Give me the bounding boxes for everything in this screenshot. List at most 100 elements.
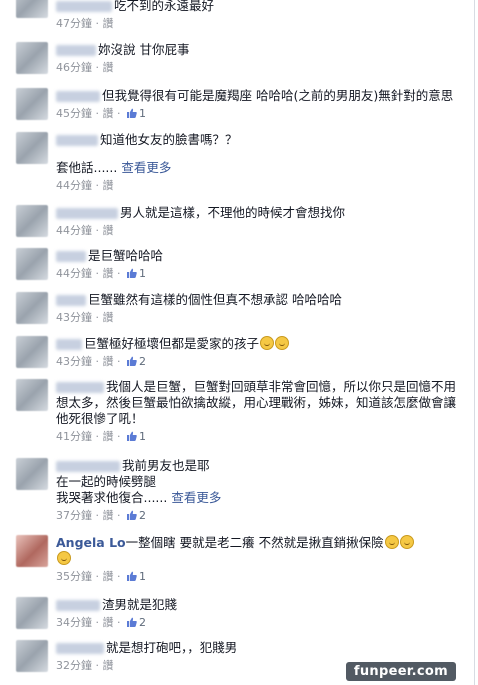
- comment-meta: 37分鐘 · 讚 · 2: [56, 509, 146, 522]
- avatar[interactable]: [16, 336, 48, 368]
- avatar[interactable]: [16, 248, 48, 280]
- commenter-name[interactable]: [56, 600, 100, 611]
- comment-text-line: 在一起的時候劈腿: [56, 474, 157, 489]
- commenter-name[interactable]: [56, 208, 118, 219]
- comment-time[interactable]: 47分鐘: [56, 17, 92, 30]
- like-button[interactable]: 讚: [103, 509, 114, 522]
- commenter-name[interactable]: Angela Lo: [56, 535, 126, 550]
- avatar[interactable]: [16, 535, 48, 567]
- commenter-name[interactable]: [56, 643, 104, 654]
- comment: 吃不到的永遠最好 47分鐘 · 讚: [16, 0, 474, 30]
- smile-emoji-icon: [57, 551, 71, 565]
- like-count[interactable]: 1: [124, 570, 146, 583]
- like-button[interactable]: 讚: [103, 616, 114, 629]
- comment-text: 是巨蟹哈哈哈: [88, 248, 164, 263]
- like-count[interactable]: 2: [124, 355, 146, 368]
- comment-time[interactable]: 34分鐘: [56, 616, 92, 629]
- like-button[interactable]: 讚: [103, 659, 114, 672]
- like-count[interactable]: 1: [124, 430, 146, 443]
- avatar[interactable]: [16, 42, 48, 74]
- like-count[interactable]: 1: [124, 107, 146, 120]
- comment-meta: 35分鐘 · 讚 · 1: [56, 570, 146, 583]
- comment-meta: 47分鐘 · 讚: [56, 17, 114, 30]
- comment: 巨蟹雖然有這樣的個性但真不想承認 哈哈哈哈 43分鐘 · 讚: [16, 292, 474, 328]
- commenter-name[interactable]: [56, 251, 86, 262]
- comment-text: 巨蟹極好極壞但都是愛家的孩子: [84, 336, 260, 351]
- comment-text: 一整個瞎 要就是老二癢 不然就是揪直銷揪保險: [125, 535, 384, 550]
- thumbs-up-icon: [127, 356, 137, 366]
- smile-emoji-icon: [275, 336, 290, 350]
- like-count[interactable]: 2: [124, 616, 146, 629]
- comment-text: 但我覺得很有可能是魔羯座 哈哈哈(之前的男朋友)無針對的意思: [102, 88, 454, 103]
- smile-emoji-icon: [399, 535, 414, 549]
- comment-time[interactable]: 43分鐘: [56, 311, 92, 324]
- avatar[interactable]: [16, 292, 48, 324]
- like-button[interactable]: 讚: [103, 107, 114, 120]
- comment-text: 我前男友也是耶: [122, 458, 210, 473]
- comment-time[interactable]: 46分鐘: [56, 61, 92, 74]
- comment: 渣男就是犯賤 34分鐘 · 讚 · 2: [16, 597, 474, 633]
- avatar[interactable]: [16, 597, 48, 629]
- like-button[interactable]: 讚: [103, 17, 114, 30]
- comment-time[interactable]: 37分鐘: [56, 509, 92, 522]
- comment-text: 知道他女友的臉書嗎？？: [100, 132, 238, 147]
- comment-meta: 44分鐘 · 讚: [56, 224, 114, 237]
- like-button[interactable]: 讚: [103, 430, 114, 443]
- comment: 我前男友也是耶 在一起的時候劈腿 我哭著求他復合...... 查看更多 37分鐘…: [16, 458, 474, 528]
- comment: 但我覺得很有可能是魔羯座 哈哈哈(之前的男朋友)無針對的意思 45分鐘 · 讚 …: [16, 88, 474, 124]
- avatar[interactable]: [16, 458, 48, 490]
- comment-time[interactable]: 43分鐘: [56, 355, 92, 368]
- commenter-name[interactable]: [56, 382, 104, 393]
- comment-text: 男人就是這樣，不理他的時候才會想找你: [120, 205, 346, 220]
- comment-text-line: 想太多，然後巨蟹最怕欲擒故縱，用心理戰術，姊妹，知道該怎麼做會讓: [56, 395, 457, 410]
- thumbs-up-icon: [127, 268, 137, 278]
- comment-text: 渣男就是犯賤: [102, 597, 178, 612]
- like-button[interactable]: 讚: [103, 61, 114, 74]
- comment-time[interactable]: 45分鐘: [56, 107, 92, 120]
- comment-time[interactable]: 44分鐘: [56, 267, 92, 280]
- avatar[interactable]: [16, 379, 48, 411]
- commenter-name[interactable]: [56, 339, 82, 350]
- like-button[interactable]: 讚: [103, 224, 114, 237]
- comment: 是巨蟹哈哈哈 44分鐘 · 讚 · 1: [16, 248, 474, 284]
- comment-meta: 44分鐘 · 讚 · 1: [56, 267, 146, 280]
- smile-emoji-icon: [384, 535, 399, 549]
- commenter-name[interactable]: [56, 135, 98, 146]
- like-button[interactable]: 讚: [103, 570, 114, 583]
- commenter-name[interactable]: [56, 91, 100, 102]
- comment-time[interactable]: 32分鐘: [56, 659, 92, 672]
- like-count[interactable]: 2: [124, 509, 146, 522]
- comment: 巨蟹極好極壞但都是愛家的孩子 43分鐘 · 讚 · 2: [16, 336, 474, 372]
- avatar[interactable]: [16, 132, 48, 164]
- thumbs-up-icon: [127, 510, 137, 520]
- like-count[interactable]: 1: [124, 267, 146, 280]
- avatar[interactable]: [16, 640, 48, 672]
- thumbs-up-icon: [127, 571, 137, 581]
- comment-text-line: 我哭著求他復合: [56, 490, 144, 505]
- watermark-badge: funpeer.com: [345, 662, 456, 681]
- like-button[interactable]: 讚: [103, 311, 114, 324]
- avatar[interactable]: [16, 88, 48, 120]
- comment-time[interactable]: 44分鐘: [56, 224, 92, 237]
- like-button[interactable]: 讚: [103, 179, 114, 192]
- commenter-name[interactable]: [56, 295, 86, 306]
- comment-text: 就是想打砲吧，，犯賤男: [106, 640, 238, 655]
- comment-meta: 45分鐘 · 讚 · 1: [56, 107, 146, 120]
- avatar[interactable]: [16, 205, 48, 237]
- like-button[interactable]: 讚: [103, 267, 114, 280]
- commenter-name[interactable]: [56, 45, 96, 56]
- comment-time[interactable]: 41分鐘: [56, 430, 92, 443]
- see-more-link[interactable]: 查看更多: [121, 160, 171, 175]
- comment-text-line: 他死很慘了吼！: [56, 411, 144, 426]
- comment-meta: 34分鐘 · 讚 · 2: [56, 616, 146, 629]
- like-button[interactable]: 讚: [103, 355, 114, 368]
- comment-time[interactable]: 35分鐘: [56, 570, 92, 583]
- comment-meta: 43分鐘 · 讚 · 2: [56, 355, 146, 368]
- avatar[interactable]: [16, 0, 48, 18]
- see-more-link[interactable]: 查看更多: [171, 490, 221, 505]
- comment-text: 吃不到的永遠最好: [114, 0, 215, 13]
- comment-time[interactable]: 44分鐘: [56, 179, 92, 192]
- commenter-name[interactable]: [56, 1, 112, 12]
- comment-text: 我個人是巨蟹，巨蟹對回頭草非常會回憶，所以你只是回憶不用: [106, 379, 457, 394]
- commenter-name[interactable]: [56, 461, 120, 472]
